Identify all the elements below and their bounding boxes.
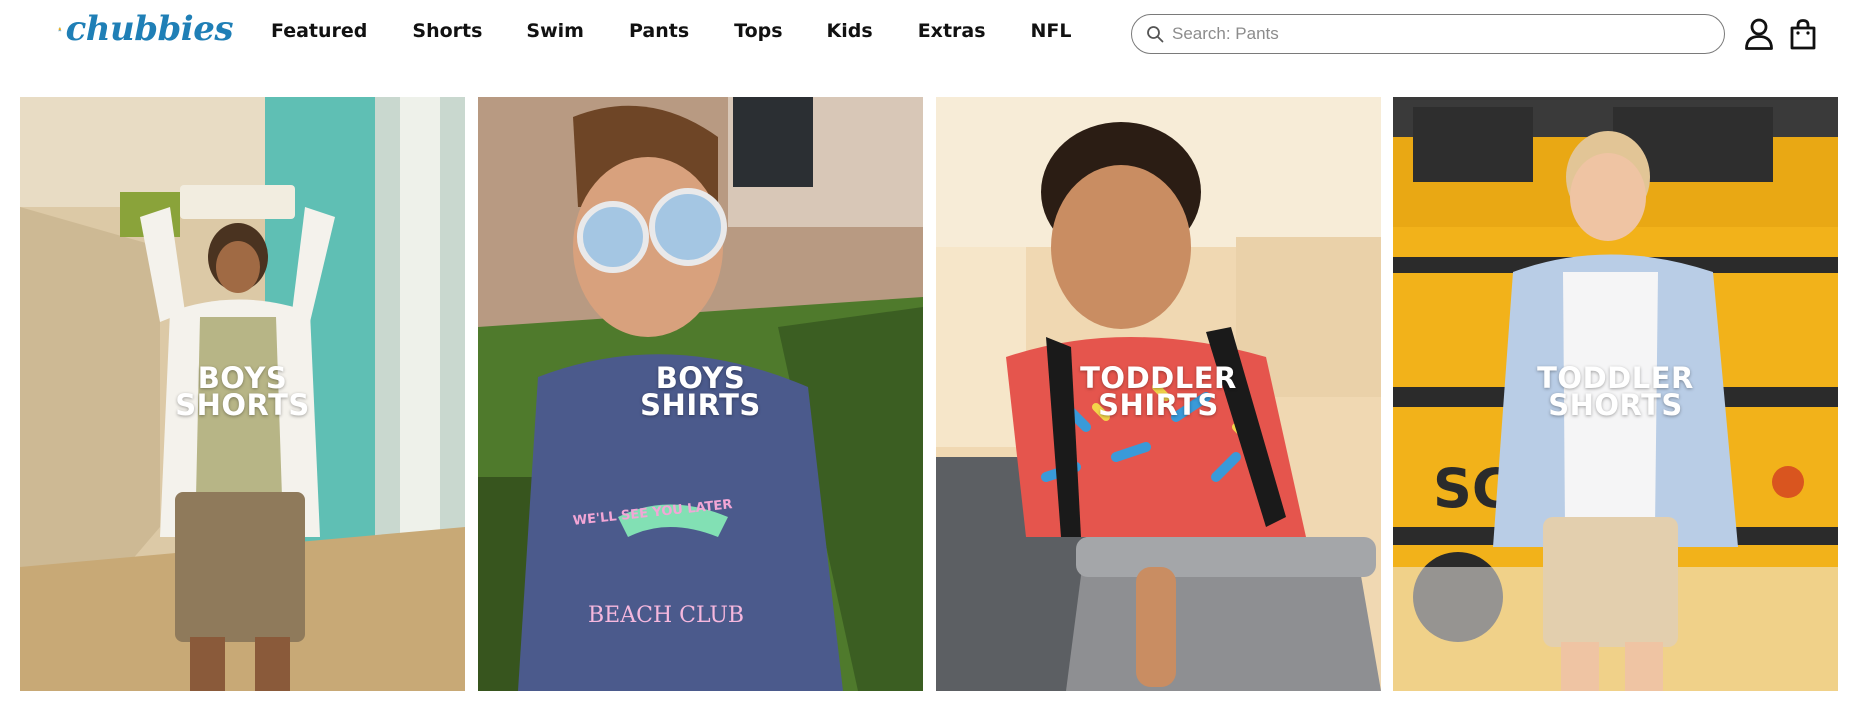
tile-toddler-shirts[interactable]: TODDLER SHIRTS bbox=[936, 97, 1381, 691]
tile-label: TODDLER SHIRTS bbox=[936, 364, 1381, 422]
tile-boys-shorts[interactable]: BOYS SHORTS bbox=[20, 97, 465, 691]
nav-item-pants[interactable]: Pants bbox=[629, 20, 689, 42]
search-input[interactable] bbox=[1172, 24, 1692, 44]
shirt-print-bottom: BEACH CLUB bbox=[588, 603, 744, 628]
account-icon bbox=[1745, 18, 1773, 50]
tile-label-line2: SHIRTS bbox=[1098, 388, 1219, 422]
cart-button[interactable] bbox=[1785, 16, 1821, 52]
nav-item-featured[interactable]: Featured bbox=[271, 20, 367, 42]
search-icon bbox=[1147, 26, 1164, 43]
tile-label-line2: SHORTS bbox=[175, 388, 310, 422]
category-tiles: BOYS SHORTS WE'LL SEE YOU LATER BEACH CL… bbox=[20, 97, 1838, 691]
tile-boys-shirts[interactable]: WE'LL SEE YOU LATER BEACH CLUB BOYS SHIR… bbox=[478, 97, 923, 691]
nav-item-nfl[interactable]: NFL bbox=[1031, 20, 1072, 42]
search-bar[interactable] bbox=[1131, 14, 1725, 54]
main-nav: Featured Shorts Swim Pants Tops Kids Ext… bbox=[271, 20, 1072, 42]
shopping-bag-icon bbox=[1790, 19, 1816, 50]
nav-item-shorts[interactable]: Shorts bbox=[412, 20, 482, 42]
brand-name: chubbies bbox=[65, 9, 234, 49]
tile-label: BOYS SHIRTS bbox=[478, 364, 923, 422]
pineapple-logo-icon bbox=[58, 26, 62, 32]
nav-item-tops[interactable]: Tops bbox=[734, 20, 782, 42]
brand-logo[interactable]: chubbies bbox=[58, 8, 234, 50]
site-header: chubbies Featured Shorts Swim Pants Tops… bbox=[0, 0, 1854, 68]
tile-label-line2: SHORTS bbox=[1548, 388, 1683, 422]
nav-item-extras[interactable]: Extras bbox=[918, 20, 986, 42]
nav-item-swim[interactable]: Swim bbox=[526, 20, 584, 42]
tile-label: BOYS SHORTS bbox=[20, 364, 465, 422]
tile-label-line2: SHIRTS bbox=[640, 388, 761, 422]
nav-item-kids[interactable]: Kids bbox=[827, 20, 873, 42]
tile-toddler-shorts[interactable]: SCH TODDLER SHORTS bbox=[1393, 97, 1838, 691]
tile-label: TODDLER SHORTS bbox=[1393, 364, 1838, 422]
account-button[interactable] bbox=[1741, 16, 1777, 52]
